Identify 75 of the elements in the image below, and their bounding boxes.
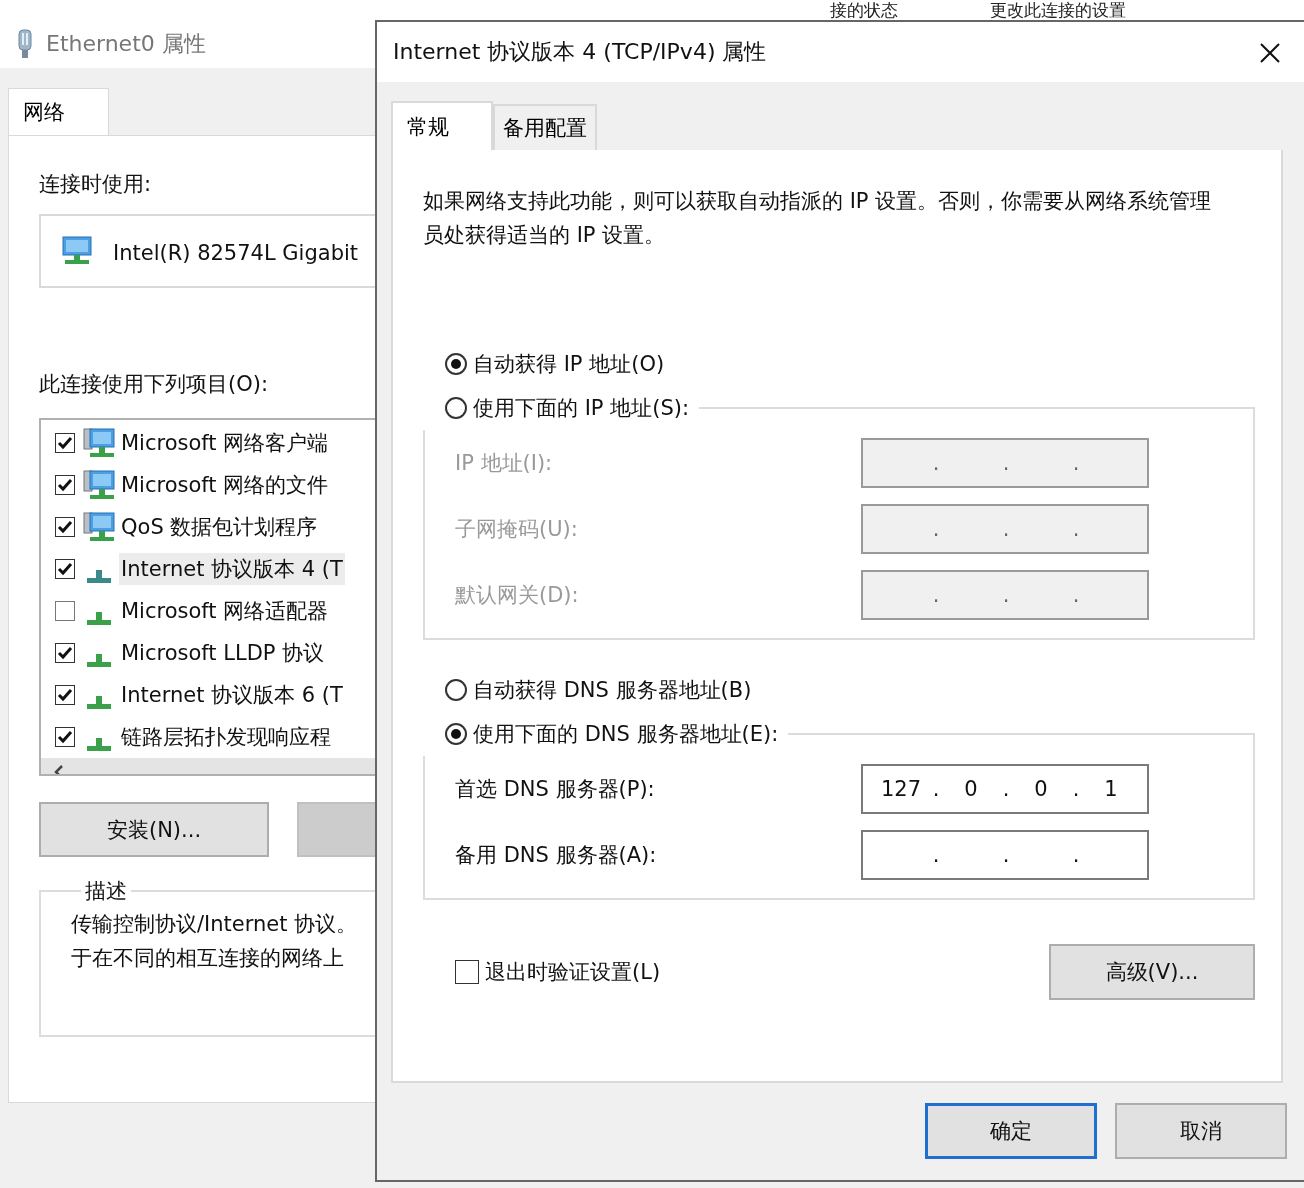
item-label: 链路层拓扑发现响应程 (120, 724, 332, 751)
network-monitor-icon (83, 427, 115, 459)
ok-button[interactable]: 确定 (925, 1103, 1097, 1159)
item-label: Internet 协议版本 6 (T (120, 682, 344, 709)
list-item[interactable]: Microsoft 网络客户端 (41, 422, 375, 464)
description-text: 于在不同的相互连接的网络上 (71, 945, 345, 972)
radio-button[interactable] (445, 397, 467, 419)
list-item[interactable]: Microsoft LLDP 协议 (41, 632, 375, 674)
checkbox-label: 退出时验证设置(L) (485, 959, 661, 986)
list-item[interactable]: Microsoft 网络适配器 (41, 590, 375, 632)
item-label: Microsoft 网络客户端 (120, 430, 330, 457)
ip-address-field[interactable]: . . . (861, 438, 1149, 488)
radio-label: 自动获得 DNS 服务器地址(B) (473, 677, 752, 704)
connect-using-label: 连接时使用: (39, 171, 153, 198)
field-label: 子网掩码(U): (455, 516, 578, 543)
intro-text: 如果网络支持此功能，则可以获取自动指派的 IP 设置。否则，你需要从网络系统管理员处获得适当的 IP 设置。 (423, 188, 1213, 249)
radio-button[interactable] (445, 353, 467, 375)
radio-label: 使用下面的 DNS 服务器地址(E): (473, 721, 779, 748)
radio-option[interactable]: 自动获得 IP 地址(O) (423, 342, 1253, 386)
radio-label: 使用下面的 IP 地址(S): (473, 395, 689, 422)
radio-button[interactable] (445, 723, 467, 745)
group-title: 描述 (84, 878, 128, 905)
advanced-button[interactable]: 高级(V)... (1049, 944, 1255, 1000)
item-label: Internet 协议版本 4 (T (119, 553, 345, 585)
tab[interactable]: 备用配置 (493, 104, 597, 150)
network-protocol-icon (87, 569, 111, 583)
list-item[interactable]: Microsoft 网络的文件 (41, 464, 375, 506)
cancel-button[interactable]: 取消 (1115, 1103, 1287, 1159)
network-protocol-icon (87, 611, 111, 625)
network-monitor-icon (59, 236, 93, 266)
adapter-name: Intel(R) 82574L Gigabit (113, 241, 359, 265)
list-item[interactable]: QoS 数据包计划程序 (41, 506, 375, 548)
dialog-title: Internet 协议版本 4 (TCP/IPv4) 属性 (393, 38, 767, 66)
checkbox[interactable] (455, 960, 479, 984)
field-label: IP 地址(I): (455, 450, 553, 477)
tab[interactable]: 常规 (391, 101, 493, 150)
network-protocol-icon (87, 695, 111, 709)
network-protocol-icon (87, 737, 111, 751)
item-label: Microsoft 网络的文件 (120, 472, 330, 499)
description-text: 传输控制协议/Internet 协议。 (71, 911, 359, 938)
ip-address-field[interactable]: . . . (861, 570, 1149, 620)
item-label: QoS 数据包计划程序 (120, 514, 319, 541)
field-label: 首选 DNS 服务器(P): (455, 776, 655, 803)
checkbox[interactable] (55, 643, 75, 663)
checkbox[interactable] (55, 475, 75, 495)
radio-option[interactable]: 自动获得 DNS 服务器地址(B) (423, 668, 1253, 712)
radio-button[interactable] (445, 679, 467, 701)
items-label: 此连接使用下列项目(O): (39, 371, 269, 398)
install-button[interactable]: 安装(N)... (39, 802, 269, 857)
item-label: Microsoft LLDP 协议 (120, 640, 326, 667)
list-item[interactable]: Internet 协议版本 6 (T (41, 674, 375, 716)
close-icon[interactable] (1259, 42, 1281, 64)
list-item[interactable]: 链路层拓扑发现响应程 (41, 716, 375, 758)
field-label: 默认网关(D): (455, 582, 579, 609)
checkbox[interactable] (55, 433, 75, 453)
checkbox[interactable] (55, 601, 75, 621)
checkbox-option[interactable]: 退出时验证设置(L) (455, 958, 661, 986)
window-title: Ethernet0 属性 (46, 30, 206, 58)
ip-address-field[interactable]: . . . (861, 504, 1149, 554)
radio-label: 自动获得 IP 地址(O) (473, 351, 665, 378)
checkbox[interactable] (55, 559, 75, 579)
list-item[interactable]: Internet 协议版本 4 (T (41, 548, 375, 590)
ip-address-field[interactable]: . . . (861, 830, 1149, 880)
network-protocol-icon (87, 653, 111, 667)
network-monitor-icon (83, 469, 115, 501)
toolbar-link[interactable]: 更改此连接的设置 (990, 0, 1126, 20)
checkbox[interactable] (55, 727, 75, 747)
ip-address-field[interactable]: 127 . 0 . 0 . 1 (861, 764, 1149, 814)
toolbar-link[interactable]: 接的状态 (830, 0, 898, 20)
item-label: Microsoft 网络适配器 (120, 598, 330, 625)
network-monitor-icon (83, 511, 115, 543)
checkbox[interactable] (55, 517, 75, 537)
checkbox[interactable] (55, 685, 75, 705)
tab[interactable]: 网络 (8, 88, 109, 135)
field-label: 备用 DNS 服务器(A): (455, 842, 657, 869)
